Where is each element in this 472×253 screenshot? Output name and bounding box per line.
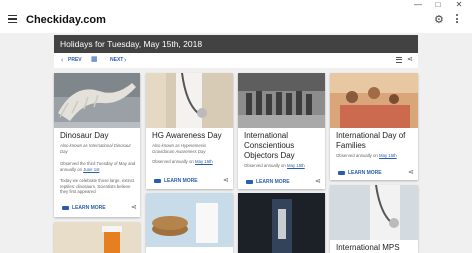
card-title: International Day of Families: [336, 131, 406, 150]
list-icon[interactable]: [396, 57, 402, 64]
next-button[interactable]: NEXT: [110, 56, 123, 65]
graduation-cap-icon: [338, 170, 345, 175]
holiday-card[interactable]: [54, 222, 140, 253]
calendar-icon[interactable]: ▦: [91, 55, 98, 64]
holiday-card[interactable]: [238, 193, 325, 253]
card-observed: Observed annually on May 15th: [152, 159, 213, 164]
gear-icon[interactable]: ⚙: [434, 14, 444, 26]
date-header: Holidays for Tuesday, May 15th, 2018: [54, 35, 418, 53]
minimize-button[interactable]: —: [411, 0, 425, 9]
holiday-card[interactable]: [146, 193, 233, 253]
holiday-card-day-of-families[interactable]: International Day of Families Observed a…: [330, 73, 418, 180]
graduation-cap-icon: [246, 179, 253, 184]
card-observed: Observed annually on May 15th: [244, 163, 305, 168]
share-icon[interactable]: ⋖: [407, 55, 413, 64]
card-title: International Conscientious Objectors Da…: [244, 131, 295, 160]
date-link[interactable]: May 15th: [195, 159, 213, 164]
chevron-left-icon[interactable]: ‹: [61, 56, 63, 65]
hamburger-icon[interactable]: [8, 15, 17, 24]
card-description: Today we celebrate those large, extinct …: [60, 178, 135, 194]
card-image: [146, 73, 233, 128]
graduation-cap-icon: [62, 205, 69, 210]
graduation-cap-icon: [154, 178, 161, 183]
share-icon[interactable]: ⋖: [223, 177, 229, 185]
card-image: [54, 73, 140, 128]
learn-more-button[interactable]: LEARN MORE: [154, 177, 198, 185]
card-image: [238, 73, 325, 128]
more-vert-icon[interactable]: [455, 14, 459, 25]
card-aka: Also known as Hyperemesis Gravidarum Awa…: [152, 143, 206, 154]
card-title: Dinosaur Day: [60, 131, 109, 140]
date-link[interactable]: June 1st: [83, 167, 99, 172]
holiday-card-conscientious-objectors-day[interactable]: International Conscientious Objectors Da…: [238, 73, 325, 189]
learn-more-button[interactable]: LEARN MORE: [246, 178, 290, 186]
holiday-card-dinosaur-day[interactable]: Dinosaur Day Also known as International…: [54, 73, 140, 217]
card-image: [330, 185, 418, 240]
share-icon[interactable]: ⋖: [408, 169, 414, 177]
share-icon[interactable]: ⋖: [131, 204, 137, 212]
learn-more-button[interactable]: LEARN MORE: [338, 169, 382, 177]
date-link[interactable]: May 15th: [379, 153, 397, 158]
close-button[interactable]: ✕: [452, 0, 466, 9]
share-icon[interactable]: ⋖: [315, 178, 321, 186]
holiday-card-hg-awareness-day[interactable]: HG Awareness Day Also known as Hyperemes…: [146, 73, 233, 189]
card-aka: Also known as International Dinosaur Day: [60, 143, 131, 154]
card-image: [238, 193, 325, 253]
chevron-right-icon[interactable]: ›: [124, 56, 126, 65]
brand-title[interactable]: Checkiday.com: [26, 13, 106, 27]
card-observed: Observed annually on May 15th: [336, 153, 397, 158]
date-link[interactable]: May 15th: [287, 163, 305, 168]
date-nav-bar: ‹ PREV ▦ NEXT › ⋖: [54, 53, 418, 68]
card-image: [54, 222, 140, 253]
prev-button[interactable]: PREV: [68, 56, 82, 65]
card-image: [146, 193, 233, 247]
holiday-card-international-mps[interactable]: International MPS: [330, 185, 418, 253]
card-title: International MPS: [336, 243, 400, 252]
maximize-button[interactable]: □: [431, 0, 445, 9]
app-header: Checkiday.com ⚙: [0, 9, 472, 33]
page-title: Holidays for Tuesday, May 15th, 2018: [60, 39, 203, 49]
card-image: [330, 73, 418, 128]
card-title: HG Awareness Day: [152, 131, 222, 140]
window-title-bar: — □ ✕: [0, 0, 472, 9]
learn-more-button[interactable]: LEARN MORE: [62, 204, 106, 212]
card-observed: Observed the third Tuesday of May and an…: [60, 161, 136, 172]
